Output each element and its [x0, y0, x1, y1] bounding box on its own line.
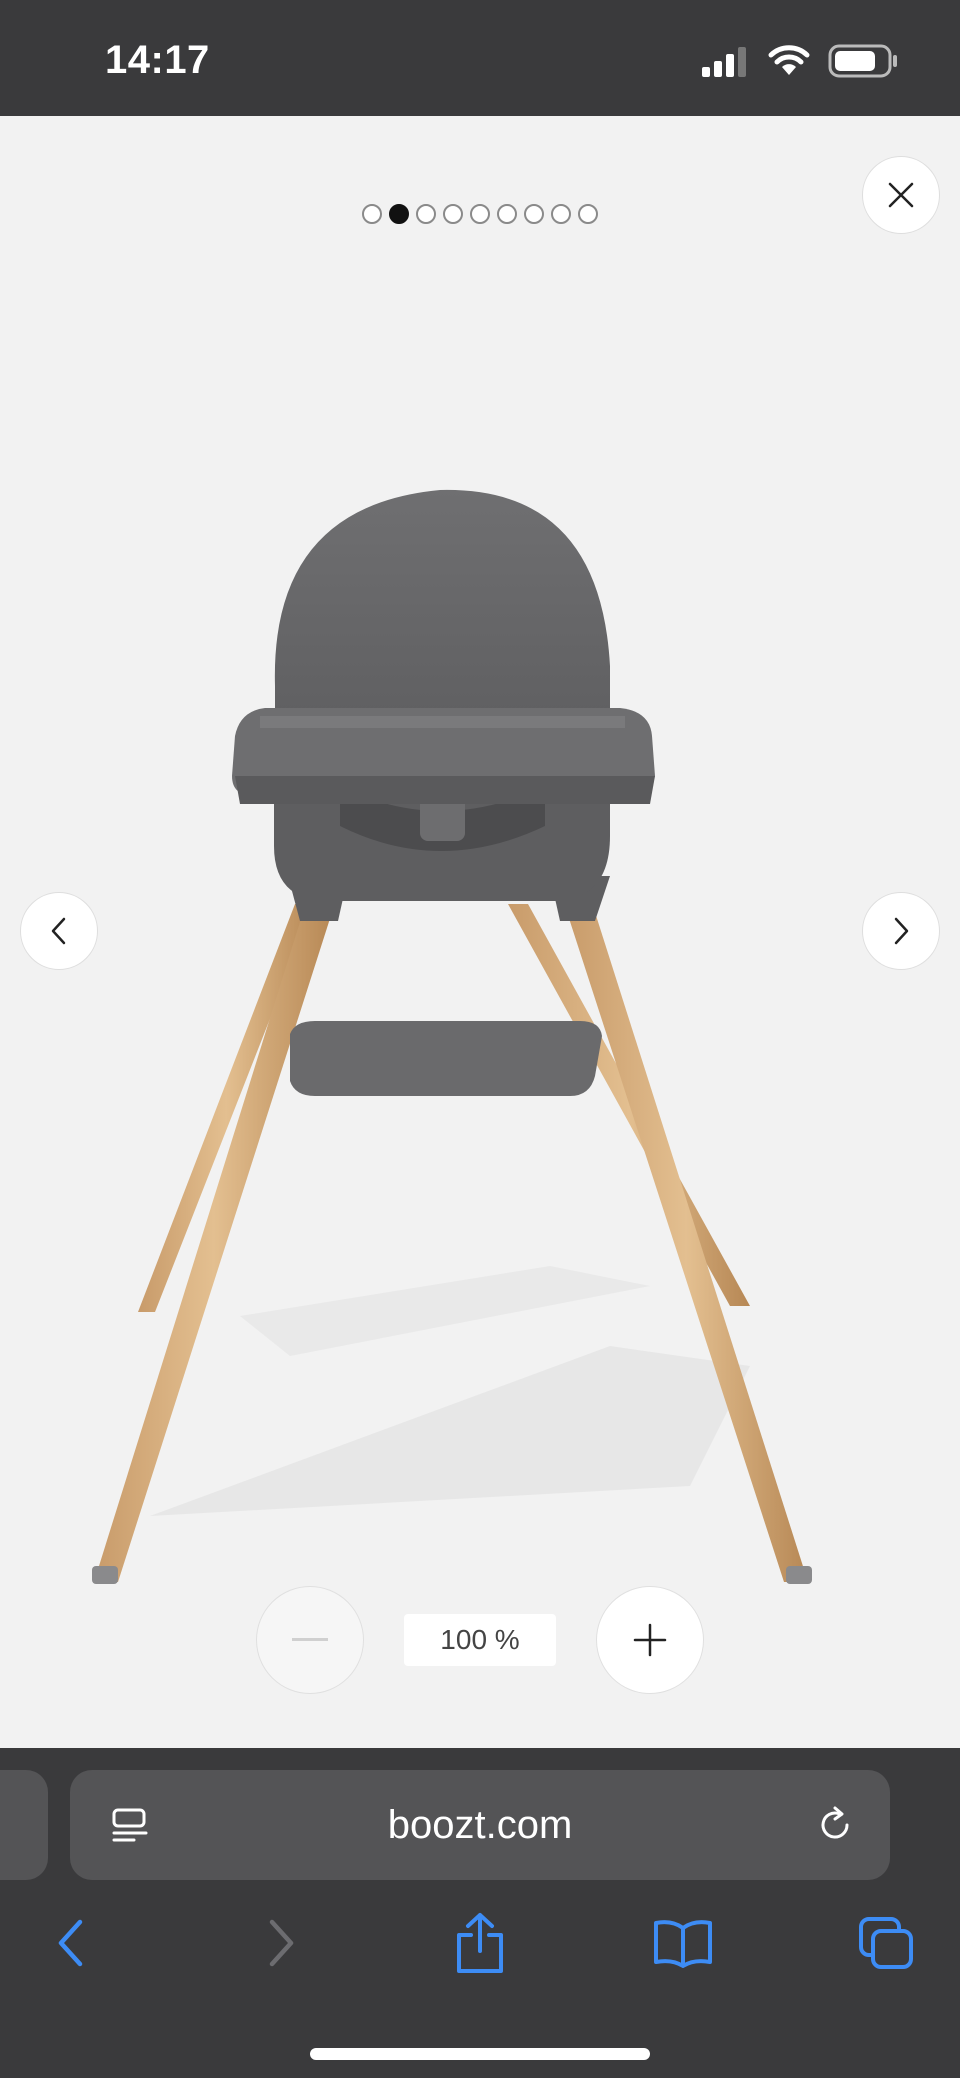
bookmarks-icon	[654, 1920, 712, 1968]
tabs-icon	[859, 1917, 913, 1969]
wifi-icon	[768, 45, 810, 75]
status-icons	[702, 44, 898, 78]
back-icon	[58, 1919, 83, 1967]
home-indicator[interactable]	[310, 2048, 650, 2060]
previous-tab-preview[interactable]	[0, 1770, 48, 1880]
tabs-button[interactable]	[856, 1908, 916, 1978]
pagination-dot[interactable]	[551, 204, 571, 224]
zoom-in-button[interactable]	[596, 1586, 704, 1694]
pagination-dot[interactable]	[362, 204, 382, 224]
zoom-level-indicator: 100 %	[404, 1614, 556, 1666]
cellular-signal-icon	[702, 47, 746, 77]
chevron-left-icon	[51, 917, 66, 945]
forward-button[interactable]	[262, 1908, 302, 1978]
close-button[interactable]	[862, 156, 940, 234]
pagination-dot[interactable]	[443, 204, 463, 224]
pagination-dot-active[interactable]	[389, 204, 409, 224]
forward-icon	[269, 1919, 294, 1967]
browser-chrome: boozt.com	[0, 1748, 960, 2078]
zoom-out-button[interactable]	[256, 1586, 364, 1694]
share-button[interactable]	[452, 1908, 508, 1978]
bookmarks-button[interactable]	[650, 1908, 716, 1978]
minus-icon	[292, 1638, 328, 1641]
share-icon	[457, 1913, 503, 1973]
status-time: 14:17	[105, 38, 210, 82]
pagination-dot[interactable]	[416, 204, 436, 224]
pagination-dot[interactable]	[524, 204, 544, 224]
url-text[interactable]: boozt.com	[70, 1770, 890, 1880]
pagination-dot[interactable]	[578, 204, 598, 224]
reload-icon[interactable]	[814, 1804, 856, 1846]
plus-icon	[633, 1623, 667, 1657]
close-icon	[888, 182, 914, 208]
product-image[interactable]	[90, 356, 870, 1616]
back-button[interactable]	[50, 1908, 90, 1978]
image-pagination	[0, 204, 960, 224]
pagination-dot[interactable]	[470, 204, 490, 224]
chevron-right-icon	[894, 917, 909, 945]
battery-icon	[828, 44, 897, 78]
address-bar[interactable]: boozt.com	[70, 1770, 890, 1880]
previous-image-button[interactable]	[20, 892, 98, 970]
pagination-dot[interactable]	[497, 204, 517, 224]
image-viewer: 100 %	[0, 116, 960, 1748]
status-bar: 14:17	[0, 0, 960, 116]
next-image-button[interactable]	[862, 892, 940, 970]
